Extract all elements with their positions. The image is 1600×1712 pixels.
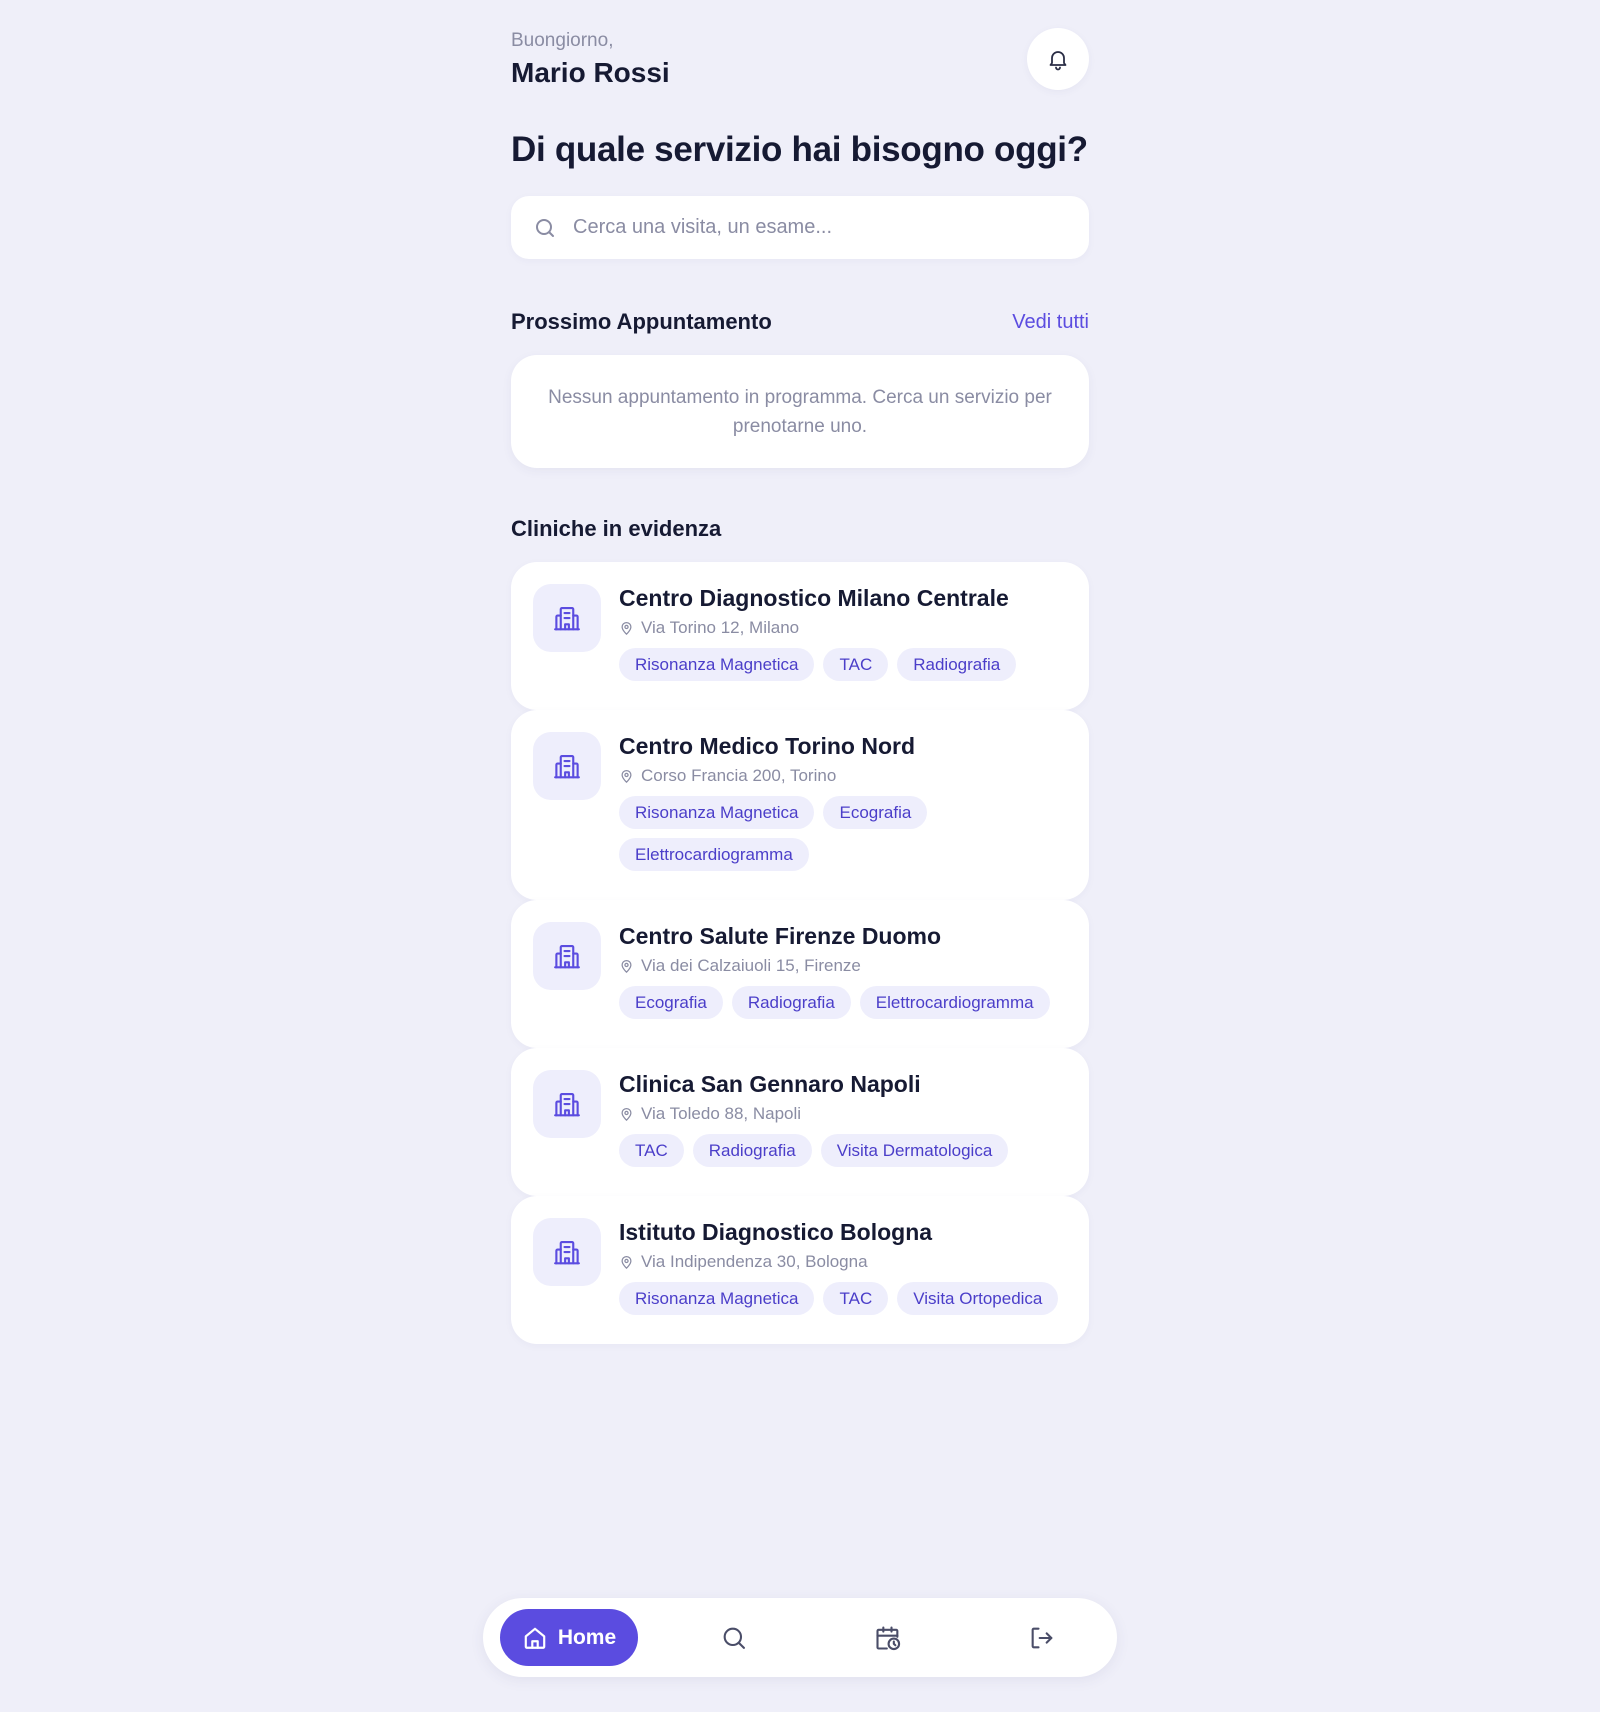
search-bar[interactable] bbox=[511, 196, 1089, 259]
hospital-icon bbox=[533, 922, 601, 990]
see-all-link[interactable]: Vedi tutti bbox=[1012, 311, 1089, 334]
clinic-card[interactable]: Centro Diagnostico Milano Centrale Via T… bbox=[511, 562, 1089, 710]
calendar-clock-icon bbox=[874, 1624, 902, 1652]
service-tag[interactable]: Visita Ortopedica bbox=[897, 1282, 1059, 1315]
clinic-address-text: Via Torino 12, Milano bbox=[641, 618, 800, 637]
location-pin-icon bbox=[619, 1107, 634, 1122]
service-tag[interactable]: Radiografia bbox=[731, 986, 851, 1019]
nav-appointments-button[interactable] bbox=[868, 1618, 908, 1658]
location-pin-icon bbox=[619, 959, 634, 974]
bell-icon bbox=[1046, 47, 1070, 71]
next-appointment-title: Prossimo Appuntamento bbox=[511, 309, 772, 334]
clinic-card[interactable]: Centro Salute Firenze Duomo Via dei Calz… bbox=[511, 900, 1089, 1048]
home-icon bbox=[522, 1625, 558, 1651]
clinic-address: Corso Francia 200, Torino bbox=[619, 766, 1069, 786]
location-pin-icon bbox=[619, 621, 634, 636]
clinic-address: Via Toledo 88, Napoli bbox=[619, 1104, 1069, 1124]
service-tag[interactable]: Risonanza Magnetica bbox=[619, 648, 815, 681]
clinic-address-text: Via Toledo 88, Napoli bbox=[641, 1104, 802, 1123]
service-tags: Ecografia Radiografia Elettrocardiogramm… bbox=[619, 986, 1069, 1028]
search-icon bbox=[533, 216, 557, 240]
clinic-info: Centro Salute Firenze Duomo Via dei Calz… bbox=[619, 922, 1069, 1028]
service-tag[interactable]: Radiografia bbox=[897, 648, 1017, 681]
service-tag[interactable]: Radiografia bbox=[692, 1134, 812, 1167]
service-tag[interactable]: Risonanza Magnetica bbox=[619, 796, 815, 829]
service-tag[interactable]: Elettrocardiogramma bbox=[619, 838, 809, 871]
clinic-name: Istituto Diagnostico Bologna bbox=[619, 1219, 933, 1245]
clinic-address: Via Torino 12, Milano bbox=[619, 618, 1069, 638]
service-tags: TAC Radiografia Visita Dermatologica bbox=[619, 1134, 1069, 1176]
user-name: Mario Rossi bbox=[511, 57, 670, 88]
greeting-text: Buongiorno, bbox=[511, 30, 614, 51]
service-tag[interactable]: TAC bbox=[619, 1134, 684, 1167]
clinic-name: Centro Diagnostico Milano Centrale bbox=[619, 585, 1009, 611]
service-tag[interactable]: Ecografia bbox=[823, 796, 928, 829]
search-input[interactable] bbox=[573, 216, 1033, 239]
search-icon bbox=[720, 1624, 748, 1652]
hospital-icon bbox=[533, 584, 601, 652]
page-title: Di quale servizio hai bisogno oggi? bbox=[511, 130, 1088, 169]
hospital-icon bbox=[533, 1070, 601, 1138]
empty-appointment-card: Nessun appuntamento in programma. Cerca … bbox=[511, 355, 1089, 468]
clinic-name: Centro Medico Torino Nord bbox=[619, 733, 916, 759]
bottom-navigation: Home bbox=[483, 1598, 1117, 1677]
clinic-address: Via Indipendenza 30, Bologna bbox=[619, 1252, 1069, 1272]
clinic-address: Via dei Calzaiuoli 15, Firenze bbox=[619, 956, 1069, 976]
clinic-list: Centro Diagnostico Milano Centrale Via T… bbox=[511, 562, 1089, 1344]
clinic-address-text: Via dei Calzaiuoli 15, Firenze bbox=[641, 956, 861, 975]
nav-home-button[interactable]: Home bbox=[500, 1609, 638, 1666]
service-tags: Risonanza Magnetica TAC Radiografia bbox=[619, 648, 1069, 690]
clinic-card[interactable]: Istituto Diagnostico Bologna Via Indipen… bbox=[511, 1196, 1089, 1344]
clinic-card[interactable]: Clinica San Gennaro Napoli Via Toledo 88… bbox=[511, 1048, 1089, 1196]
logout-icon bbox=[1028, 1624, 1056, 1652]
service-tag[interactable]: Elettrocardiogramma bbox=[859, 986, 1050, 1019]
location-pin-icon bbox=[619, 769, 634, 784]
clinic-name: Centro Salute Firenze Duomo bbox=[619, 923, 942, 949]
service-tag[interactable]: TAC bbox=[823, 648, 889, 681]
next-appointment-header: Prossimo Appuntamento Vedi tutti bbox=[511, 309, 1089, 335]
clinic-name: Clinica San Gennaro Napoli bbox=[619, 1071, 921, 1097]
clinic-info: Centro Diagnostico Milano Centrale Via T… bbox=[619, 584, 1069, 690]
home-screen: Buongiorno, Mario Rossi Di quale servizi… bbox=[511, 0, 1089, 1344]
clinic-info: Istituto Diagnostico Bologna Via Indipen… bbox=[619, 1218, 1069, 1324]
service-tag[interactable]: TAC bbox=[823, 1282, 889, 1315]
nav-search-button[interactable] bbox=[714, 1618, 754, 1658]
clinic-info: Clinica San Gennaro Napoli Via Toledo 88… bbox=[619, 1070, 1069, 1176]
empty-appointment-message: Nessun appuntamento in programma. Cerca … bbox=[548, 386, 1052, 437]
nav-home-label: Home bbox=[557, 1625, 617, 1649]
service-tag[interactable]: Ecografia bbox=[619, 986, 723, 1019]
clinic-address-text: Corso Francia 200, Torino bbox=[641, 766, 837, 785]
service-tags: Risonanza Magnetica Ecografia Elettrocar… bbox=[619, 796, 1069, 880]
service-tags: Risonanza Magnetica TAC Visita Ortopedic… bbox=[619, 1282, 1069, 1324]
hospital-icon bbox=[533, 732, 601, 800]
clinic-card[interactable]: Centro Medico Torino Nord Corso Francia … bbox=[511, 710, 1089, 900]
notifications-button[interactable] bbox=[1027, 28, 1089, 90]
service-tag[interactable]: Visita Dermatologica bbox=[820, 1134, 1009, 1167]
service-tag[interactable]: Risonanza Magnetica bbox=[619, 1282, 815, 1315]
location-pin-icon bbox=[619, 1255, 634, 1270]
clinic-info: Centro Medico Torino Nord Corso Francia … bbox=[619, 732, 1069, 880]
nav-logout-button[interactable] bbox=[1022, 1618, 1062, 1658]
featured-clinics-title: Cliniche in evidenza bbox=[511, 516, 722, 541]
clinic-address-text: Via Indipendenza 30, Bologna bbox=[641, 1252, 868, 1271]
header: Buongiorno, Mario Rossi bbox=[511, 0, 1089, 110]
hospital-icon bbox=[533, 1218, 601, 1286]
